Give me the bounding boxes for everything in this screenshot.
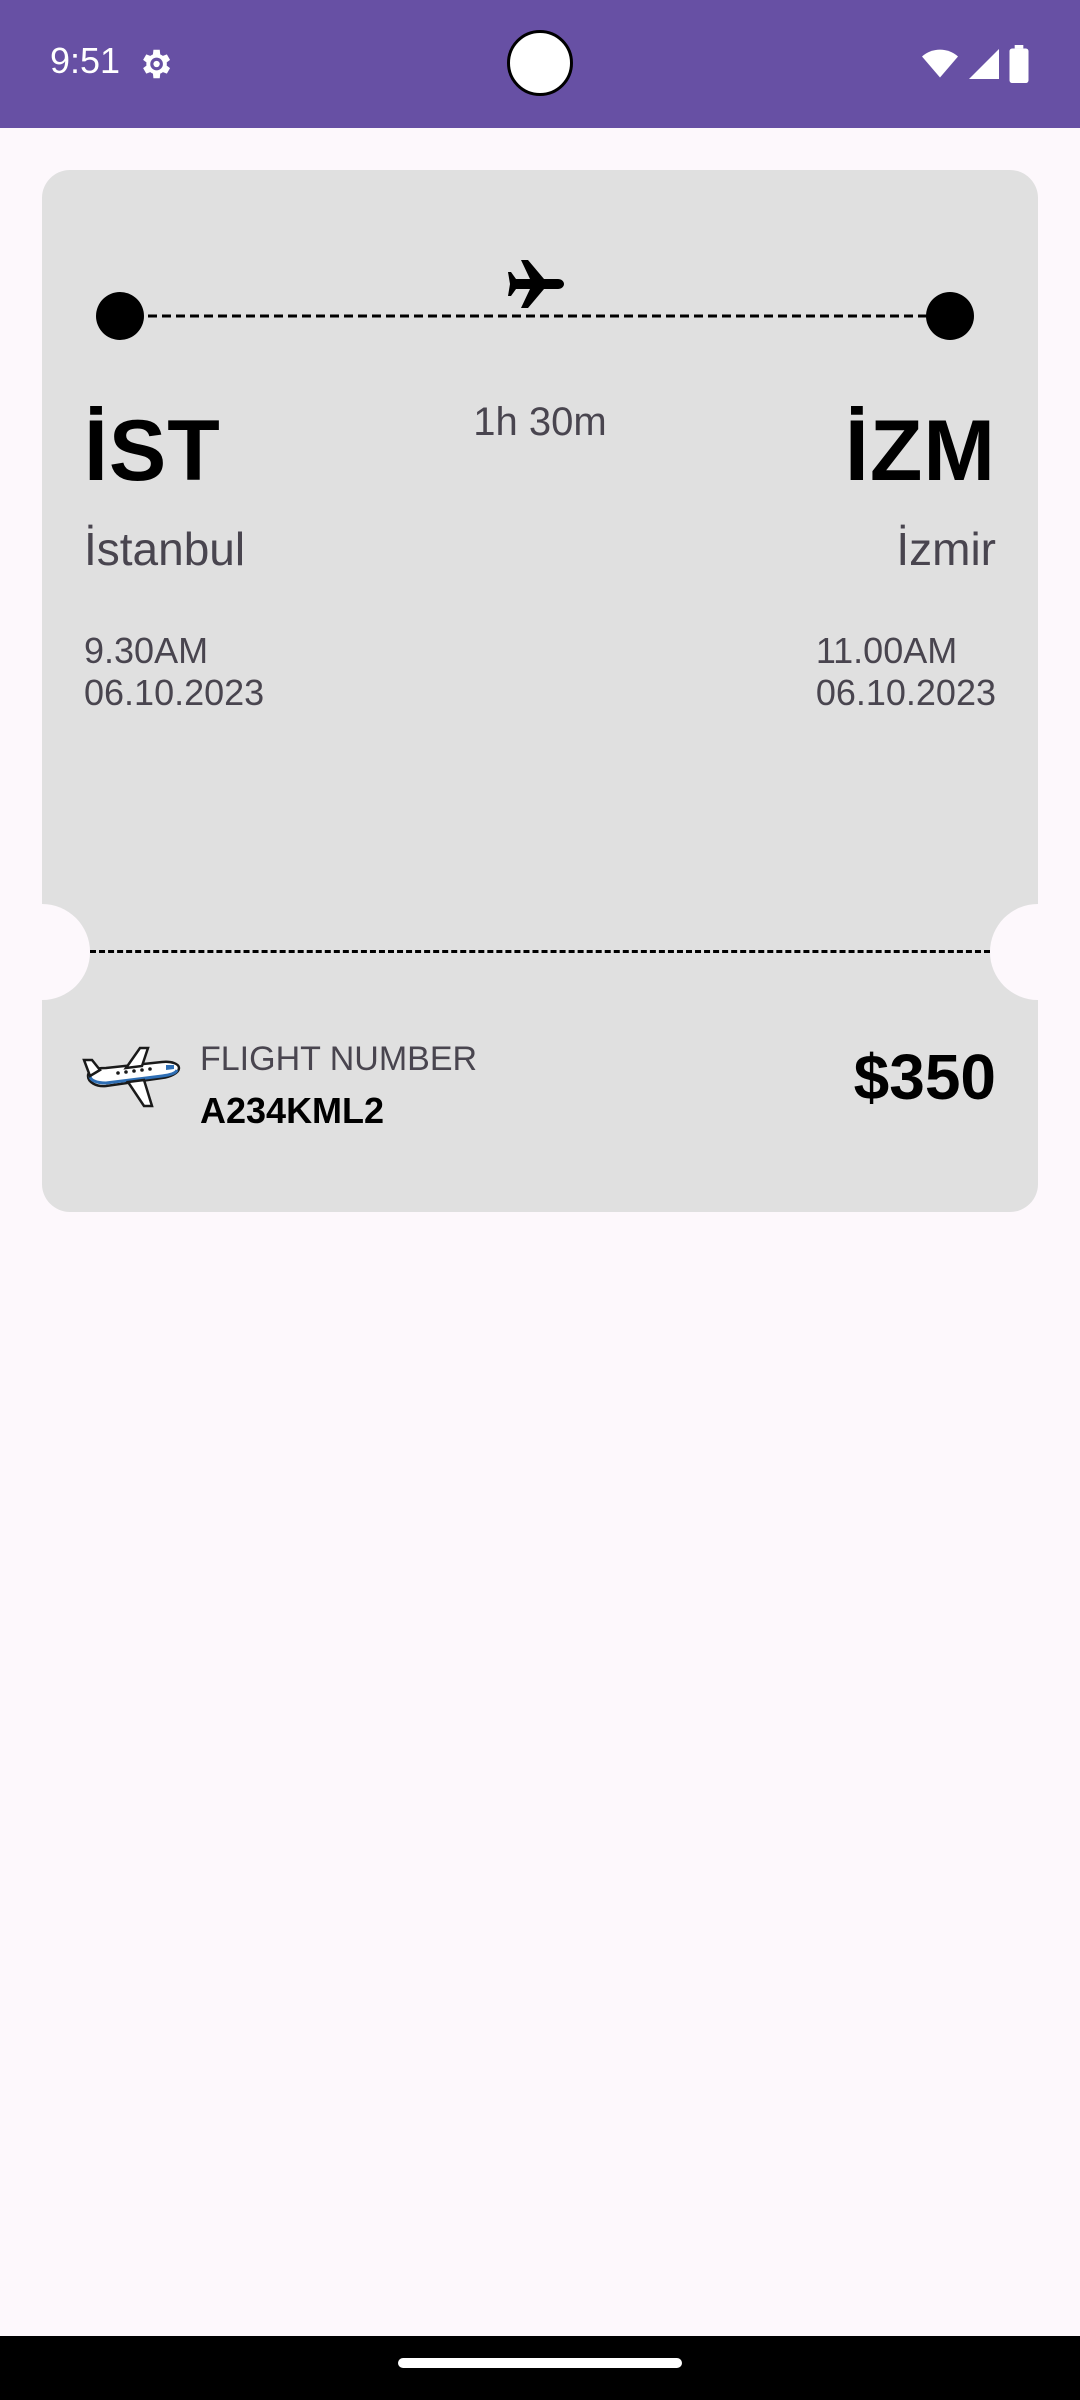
battery-icon — [1009, 45, 1029, 83]
origin-dot — [96, 292, 144, 340]
front-camera-cutout — [507, 30, 573, 96]
departure-datetime: 9.30AM 06.10.2023 — [84, 630, 264, 714]
departure-time: 9.30AM — [84, 630, 209, 671]
departure-city: İstanbul — [84, 523, 246, 575]
arrival-datetime: 11.00AM 06.10.2023 — [816, 630, 996, 714]
signal-icon — [969, 49, 999, 79]
settings-gear-icon — [143, 49, 171, 79]
departure-date: 06.10.2023 — [84, 672, 265, 713]
arrival-time: 11.00AM — [815, 630, 958, 671]
route-line — [96, 260, 974, 340]
status-bar: 9:51 — [0, 0, 1080, 128]
airliner-icon — [82, 1046, 181, 1108]
navigation-bar — [0, 2336, 1080, 2400]
flight-number-value: A234KML2 — [200, 1090, 385, 1131]
arrival-date: 06.10.2023 — [815, 672, 996, 713]
ticket-divider — [90, 950, 990, 953]
arrival-city: İzmir — [896, 523, 996, 575]
home-gesture-handle[interactable] — [398, 2358, 682, 2368]
wifi-icon — [922, 49, 958, 78]
ticket-price: $350 — [853, 1041, 996, 1113]
flight-ticket-card[interactable]: İST 1h 30m İZM İstanbul İzmir 9.30AM 06.… — [42, 170, 1038, 1212]
status-icons — [920, 44, 1030, 84]
ticket-notch-right — [990, 904, 1038, 1000]
ticket-notch-left — [42, 904, 90, 1000]
status-time: 9:51 — [50, 40, 121, 81]
airplane-icon — [508, 260, 564, 308]
arrival-code: İZM — [844, 403, 996, 499]
destination-dot — [926, 292, 974, 340]
flight-number-label: FLIGHT NUMBER — [200, 1040, 478, 1078]
